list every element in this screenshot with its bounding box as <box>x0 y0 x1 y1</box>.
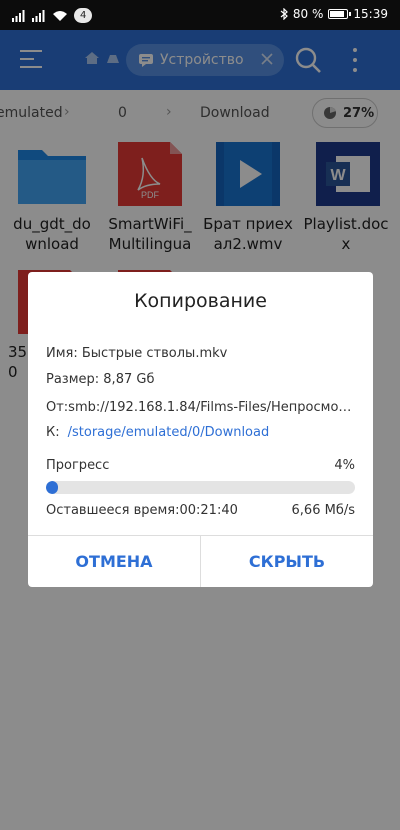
file-name-line: Имя: Быстрые стволы.mkv <box>46 346 228 361</box>
clock: 15:39 <box>353 7 388 21</box>
notification-badge: 4 <box>74 8 93 23</box>
battery-icon <box>328 9 352 19</box>
wifi-icon <box>53 10 67 21</box>
destination-path[interactable]: /storage/emulated/0/Download <box>68 425 270 440</box>
file-size-line: Размер: 8,87 Gб <box>46 372 155 387</box>
bluetooth-icon <box>280 8 288 20</box>
transfer-speed: 6,66 Мб/s <box>291 503 355 518</box>
progress-bar <box>46 481 355 494</box>
destination-label: К: <box>46 425 60 440</box>
remaining-time: Оставшееся время:00:21:40 <box>46 503 238 518</box>
signal-icon-2 <box>32 9 45 22</box>
signal-icon <box>12 9 25 22</box>
dialog-title: Копирование <box>134 290 267 312</box>
hide-button[interactable]: СКРЫТЬ <box>201 536 373 587</box>
status-bar: 4 80 % 15:39 <box>0 0 400 30</box>
source-path-line: От:smb://192.168.1.84/Films-Files/Непрос… <box>46 400 355 415</box>
progress-label: Прогресс <box>46 458 110 473</box>
cancel-button[interactable]: ОТМЕНА <box>28 536 200 587</box>
progress-percent: 4% <box>334 458 355 473</box>
copy-dialog: Копирование Имя: Быстрые стволы.mkv Разм… <box>28 272 373 587</box>
battery-percent: 80 % <box>292 7 324 21</box>
destination-line: К: /storage/emulated/0/Download <box>46 425 355 440</box>
progress-bar-fill <box>46 481 59 494</box>
